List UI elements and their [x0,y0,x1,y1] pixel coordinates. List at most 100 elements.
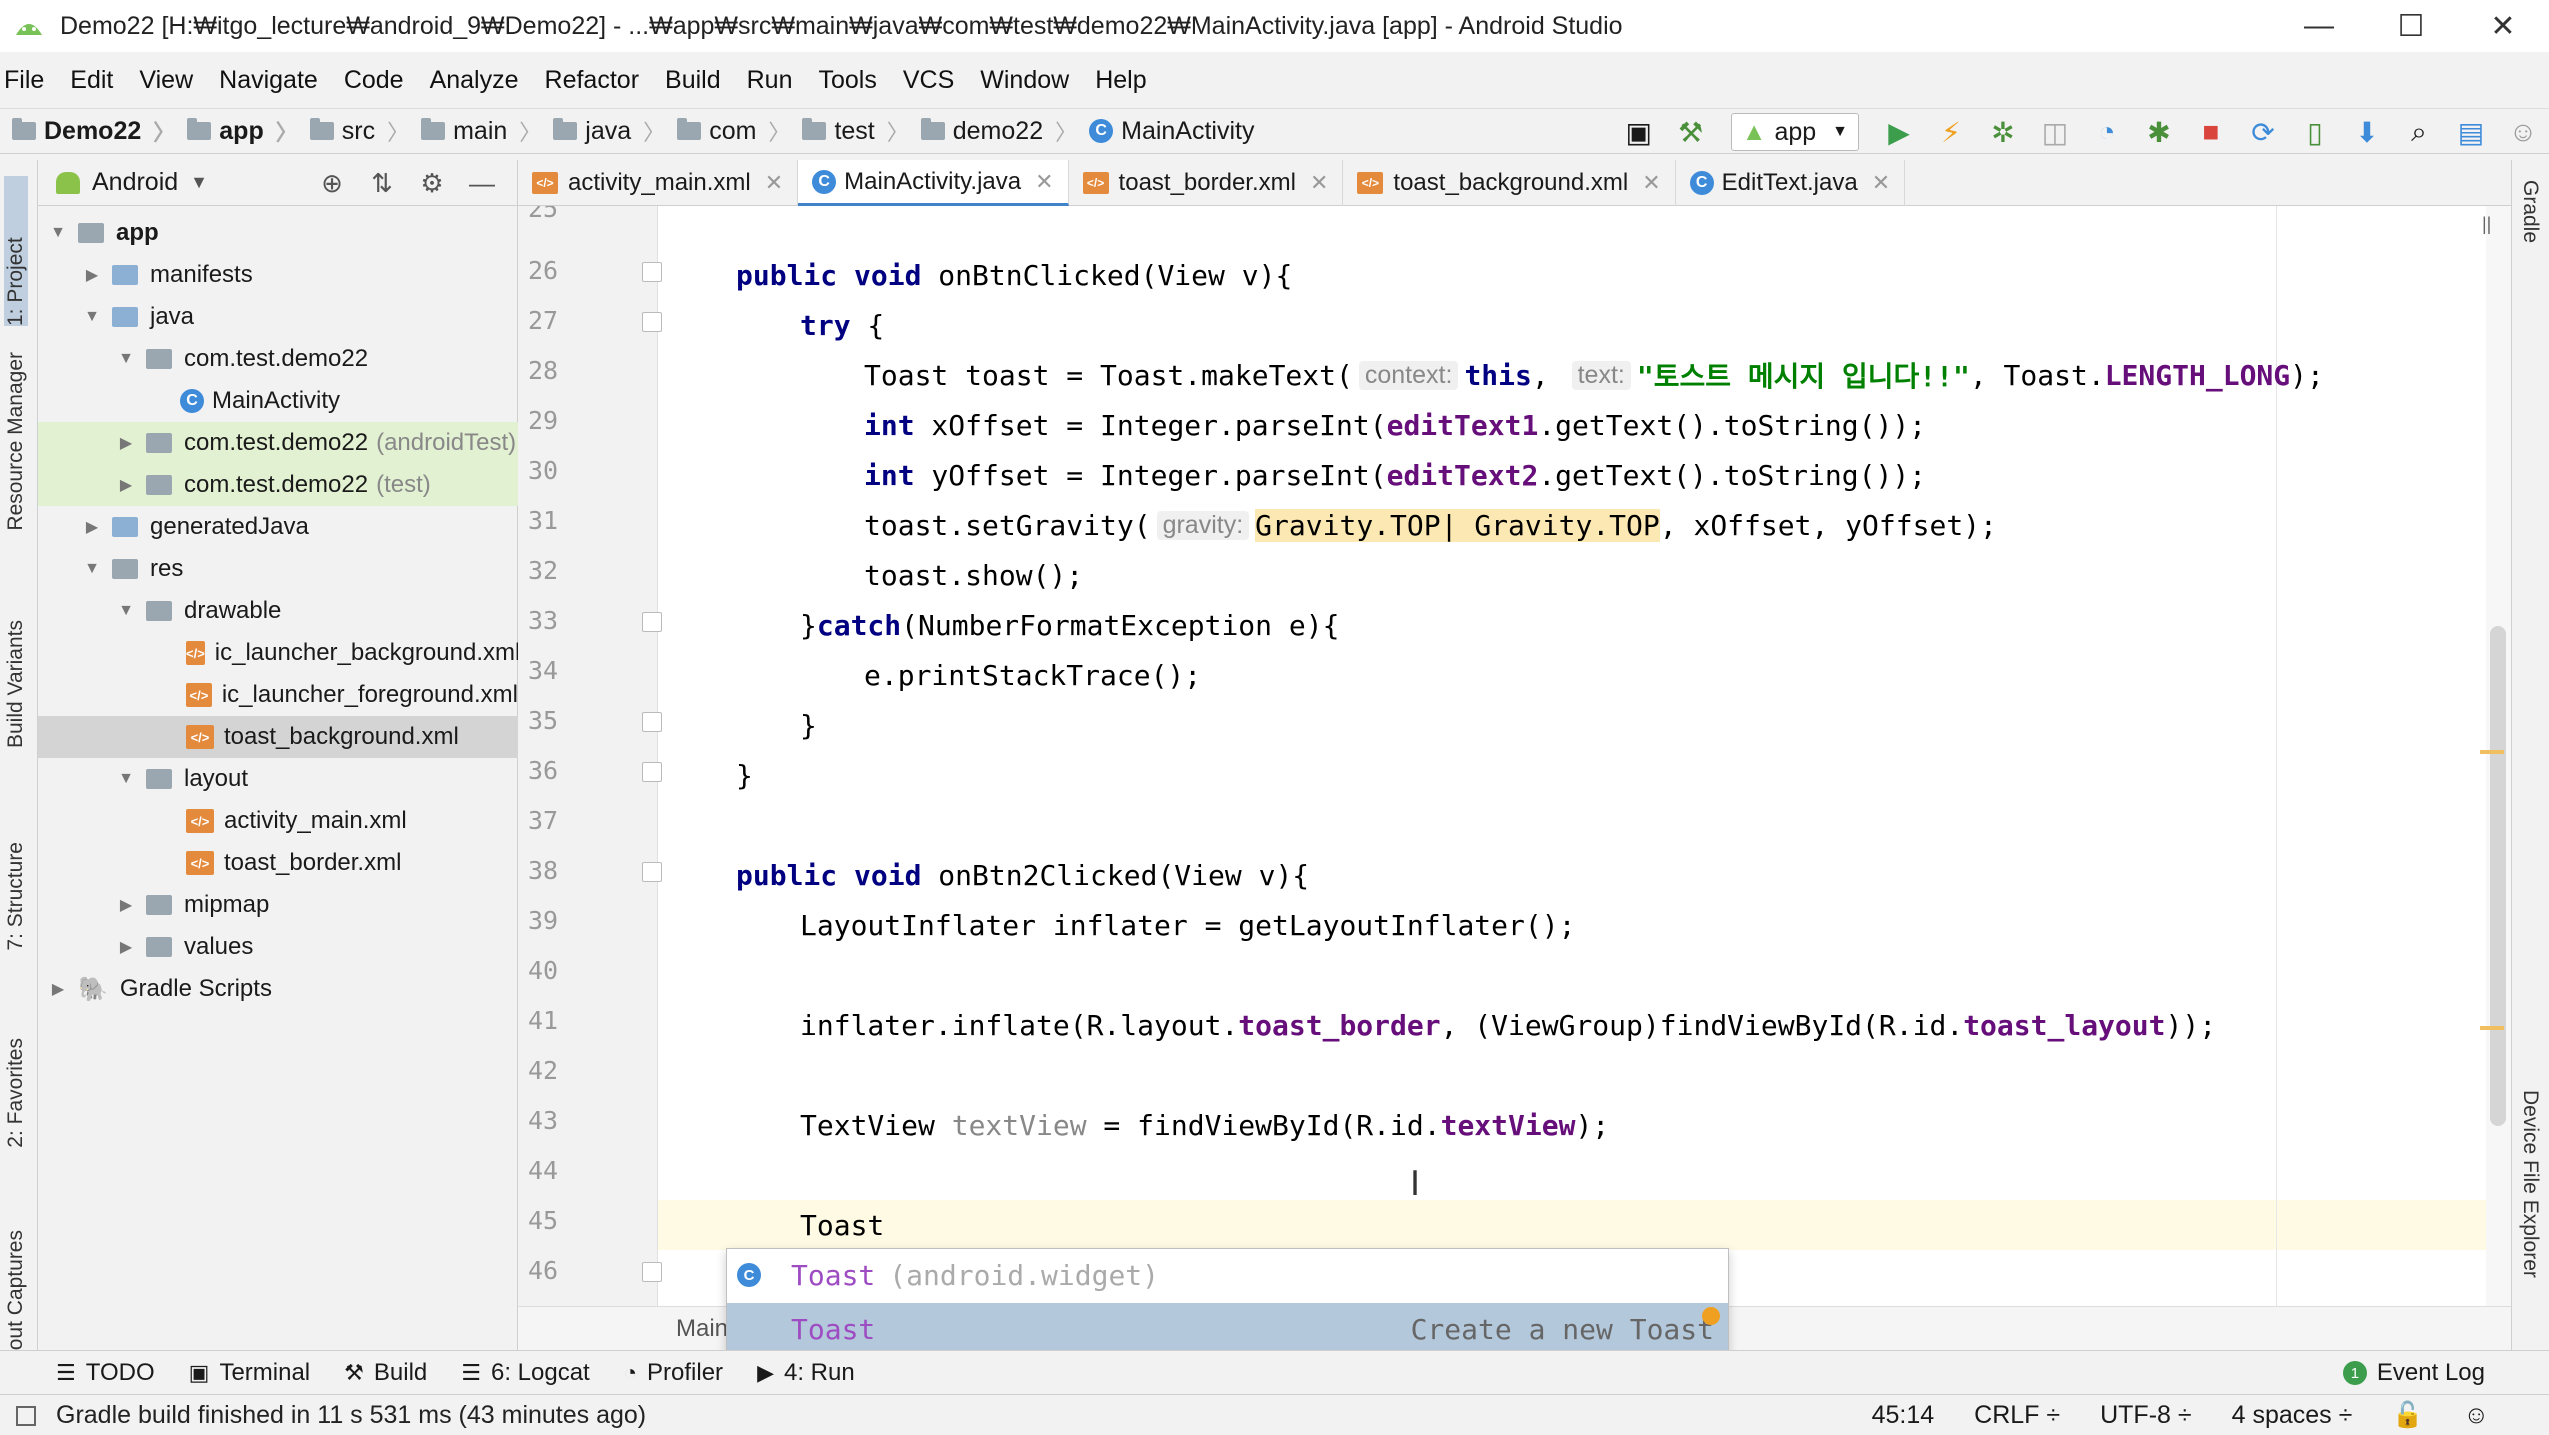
file-encoding[interactable]: UTF-8 ÷ [2100,1401,2192,1430]
crumb-com[interactable]: com 〉 [677,115,790,147]
tree-item-package-test[interactable]: ▶ com.test.demo22 (test) [38,464,518,506]
menu-tools[interactable]: Tools [818,66,876,95]
crumb-mainactivity[interactable]: C MainActivity [1089,117,1255,146]
hide-icon[interactable]: — [457,168,507,199]
screen-icon[interactable]: ▣ [1613,112,1665,152]
menu-help[interactable]: Help [1095,66,1146,95]
fold-marker-icon[interactable] [642,1262,662,1282]
status-toggle-icon[interactable] [16,1406,36,1426]
editor-breadcrumb-label[interactable]: Main [676,1315,728,1343]
crumb-test[interactable]: test 〉 [802,115,909,147]
lock-icon[interactable]: 🔓 [2392,1401,2423,1430]
crumb-src[interactable]: src 〉 [309,115,409,147]
warning-marker[interactable] [2480,1026,2504,1030]
structure-tab[interactable]: 7: Structure [4,842,28,951]
fold-marker-icon[interactable] [642,612,662,632]
expanded-arrow-icon[interactable]: ▼ [82,308,102,326]
collapsed-arrow-icon[interactable]: ▶ [82,517,102,537]
line-separator[interactable]: CRLF ÷ [1974,1401,2060,1430]
close-icon[interactable]: ✕ [765,170,783,196]
project-view-select[interactable]: Android [92,168,178,197]
tree-item-java[interactable]: ▼ java [38,296,518,338]
menu-edit[interactable]: Edit [70,66,113,95]
menu-navigate[interactable]: Navigate [219,66,318,95]
search-icon[interactable]: ⌕ [2393,112,2445,152]
tree-item-layout[interactable]: ▼ layout [38,758,518,800]
warning-marker[interactable] [2480,750,2504,754]
tree-item-gradle-scripts[interactable]: ▶ 🐘 Gradle Scripts [38,968,518,1010]
collapsed-arrow-icon[interactable]: ▶ [82,265,102,285]
tree-item-drawable[interactable]: ▼ drawable [38,590,518,632]
tree-item-app[interactable]: ▼ app [38,212,518,254]
build-tool[interactable]: ⚒ Build [344,1359,427,1387]
tree-item-mipmap[interactable]: ▶ mipmap [38,884,518,926]
device-file-explorer-tab[interactable]: Device File Explorer [2518,1090,2542,1278]
close-icon[interactable]: ✕ [1310,170,1328,196]
collapsed-arrow-icon[interactable]: ▶ [48,979,68,999]
caret-position[interactable]: 45:14 [1872,1401,1935,1430]
code-editor[interactable]: 25 26 27 28 29 30 31 32 33 34 35 36 37 3… [518,206,2511,1306]
inspector-icon[interactable]: ☺ [2463,1401,2489,1430]
collapsed-arrow-icon[interactable]: ▶ [116,895,136,915]
tree-item-generatedjava[interactable]: ▶ generatedJava [38,506,518,548]
completion-item[interactable]: C Toast (android.widget) [727,1249,1728,1301]
event-log-tool[interactable]: 1 Event Log [2342,1359,2485,1387]
scrollbar-thumb[interactable] [2490,626,2506,1126]
tree-item-values[interactable]: ▶ values [38,926,518,968]
sdk-manager-icon[interactable]: ⬇ [2341,112,2393,152]
expanded-arrow-icon[interactable]: ▼ [116,350,136,368]
project-structure-icon[interactable]: ▤ [2445,112,2497,152]
gradle-tab[interactable]: Gradle [2518,180,2542,243]
tree-item-ic-launcher-foreground[interactable]: </> ic_launcher_foreground.xml [38,674,518,716]
gear-icon[interactable]: ⚙ [407,168,457,199]
tree-item-mainactivity[interactable]: C MainActivity [38,380,518,422]
collapsed-arrow-icon[interactable]: ▶ [116,433,136,453]
tree-item-package-androidtest[interactable]: ▶ com.test.demo22 (androidTest) [38,422,518,464]
build-variants-tab[interactable]: Build Variants [4,620,28,748]
fold-marker-icon[interactable] [642,862,662,882]
menu-code[interactable]: Code [344,66,404,95]
tree-item-toast-border[interactable]: </> toast_border.xml [38,842,518,884]
tree-item-manifests[interactable]: ▶ manifests [38,254,518,296]
tab-toast-background[interactable]: </> toast_background.xml ✕ [1343,160,1676,206]
logcat-tool[interactable]: ☰ 6: Logcat [461,1359,589,1387]
crumb-project[interactable]: Demo22 〉 [12,115,175,147]
tab-edittext[interactable]: C EditText.java ✕ [1676,160,1906,206]
run-icon[interactable]: ▶ [1873,112,1925,152]
fold-marker-icon[interactable] [642,712,662,732]
fold-marker-icon[interactable] [642,312,662,332]
expanded-arrow-icon[interactable]: ▼ [116,770,136,788]
project-tool-tab[interactable]: 1: Project [4,176,28,326]
crumb-demo22[interactable]: demo22 〉 [920,115,1077,147]
collapse-all-icon[interactable]: ⇅ [357,168,407,199]
user-icon[interactable]: ☺ [2497,112,2549,152]
crumb-main[interactable]: main 〉 [421,115,541,147]
resource-manager-tab[interactable]: Resource Manager [4,352,28,531]
close-icon[interactable]: ✕ [1642,170,1660,196]
completion-item-selected[interactable]: Toast Create a new Toast [727,1303,1728,1355]
profile-icon[interactable]: ◔ [2081,112,2133,152]
collapsed-arrow-icon[interactable]: ▶ [116,475,136,495]
close-icon[interactable]: ✕ [1035,169,1053,195]
collapsed-arrow-icon[interactable]: ▶ [116,937,136,957]
menu-run[interactable]: Run [747,66,793,95]
menu-view[interactable]: View [139,66,193,95]
run-config-select[interactable]: ▲ app ▼ [1730,113,1859,151]
tree-item-package[interactable]: ▼ com.test.demo22 [38,338,518,380]
terminal-tool[interactable]: ▣ Terminal [189,1359,311,1387]
attach-debugger-icon[interactable]: ✱ [2133,112,2185,152]
todo-tool[interactable]: ☰ TODO [56,1359,155,1387]
avd-manager-icon[interactable]: ▯ [2289,112,2341,152]
expanded-arrow-icon[interactable]: ▼ [116,602,136,620]
status-message[interactable]: Gradle build finished in 11 s 531 ms (43… [56,1401,646,1430]
favorites-tab[interactable]: 2: Favorites [4,1038,28,1148]
profiler-tool[interactable]: ◔ Profiler [624,1359,723,1387]
menu-analyze[interactable]: Analyze [430,66,519,95]
crumb-java[interactable]: java 〉 [553,115,665,147]
indent-setting[interactable]: 4 spaces ÷ [2232,1401,2353,1430]
crumb-module[interactable]: app 〉 [187,115,298,147]
fold-marker-icon[interactable] [642,262,662,282]
run-tool[interactable]: ▶ 4: Run [757,1359,855,1387]
expanded-arrow-icon[interactable]: ▼ [48,224,68,242]
chevron-down-icon[interactable]: ▼ [190,172,208,193]
